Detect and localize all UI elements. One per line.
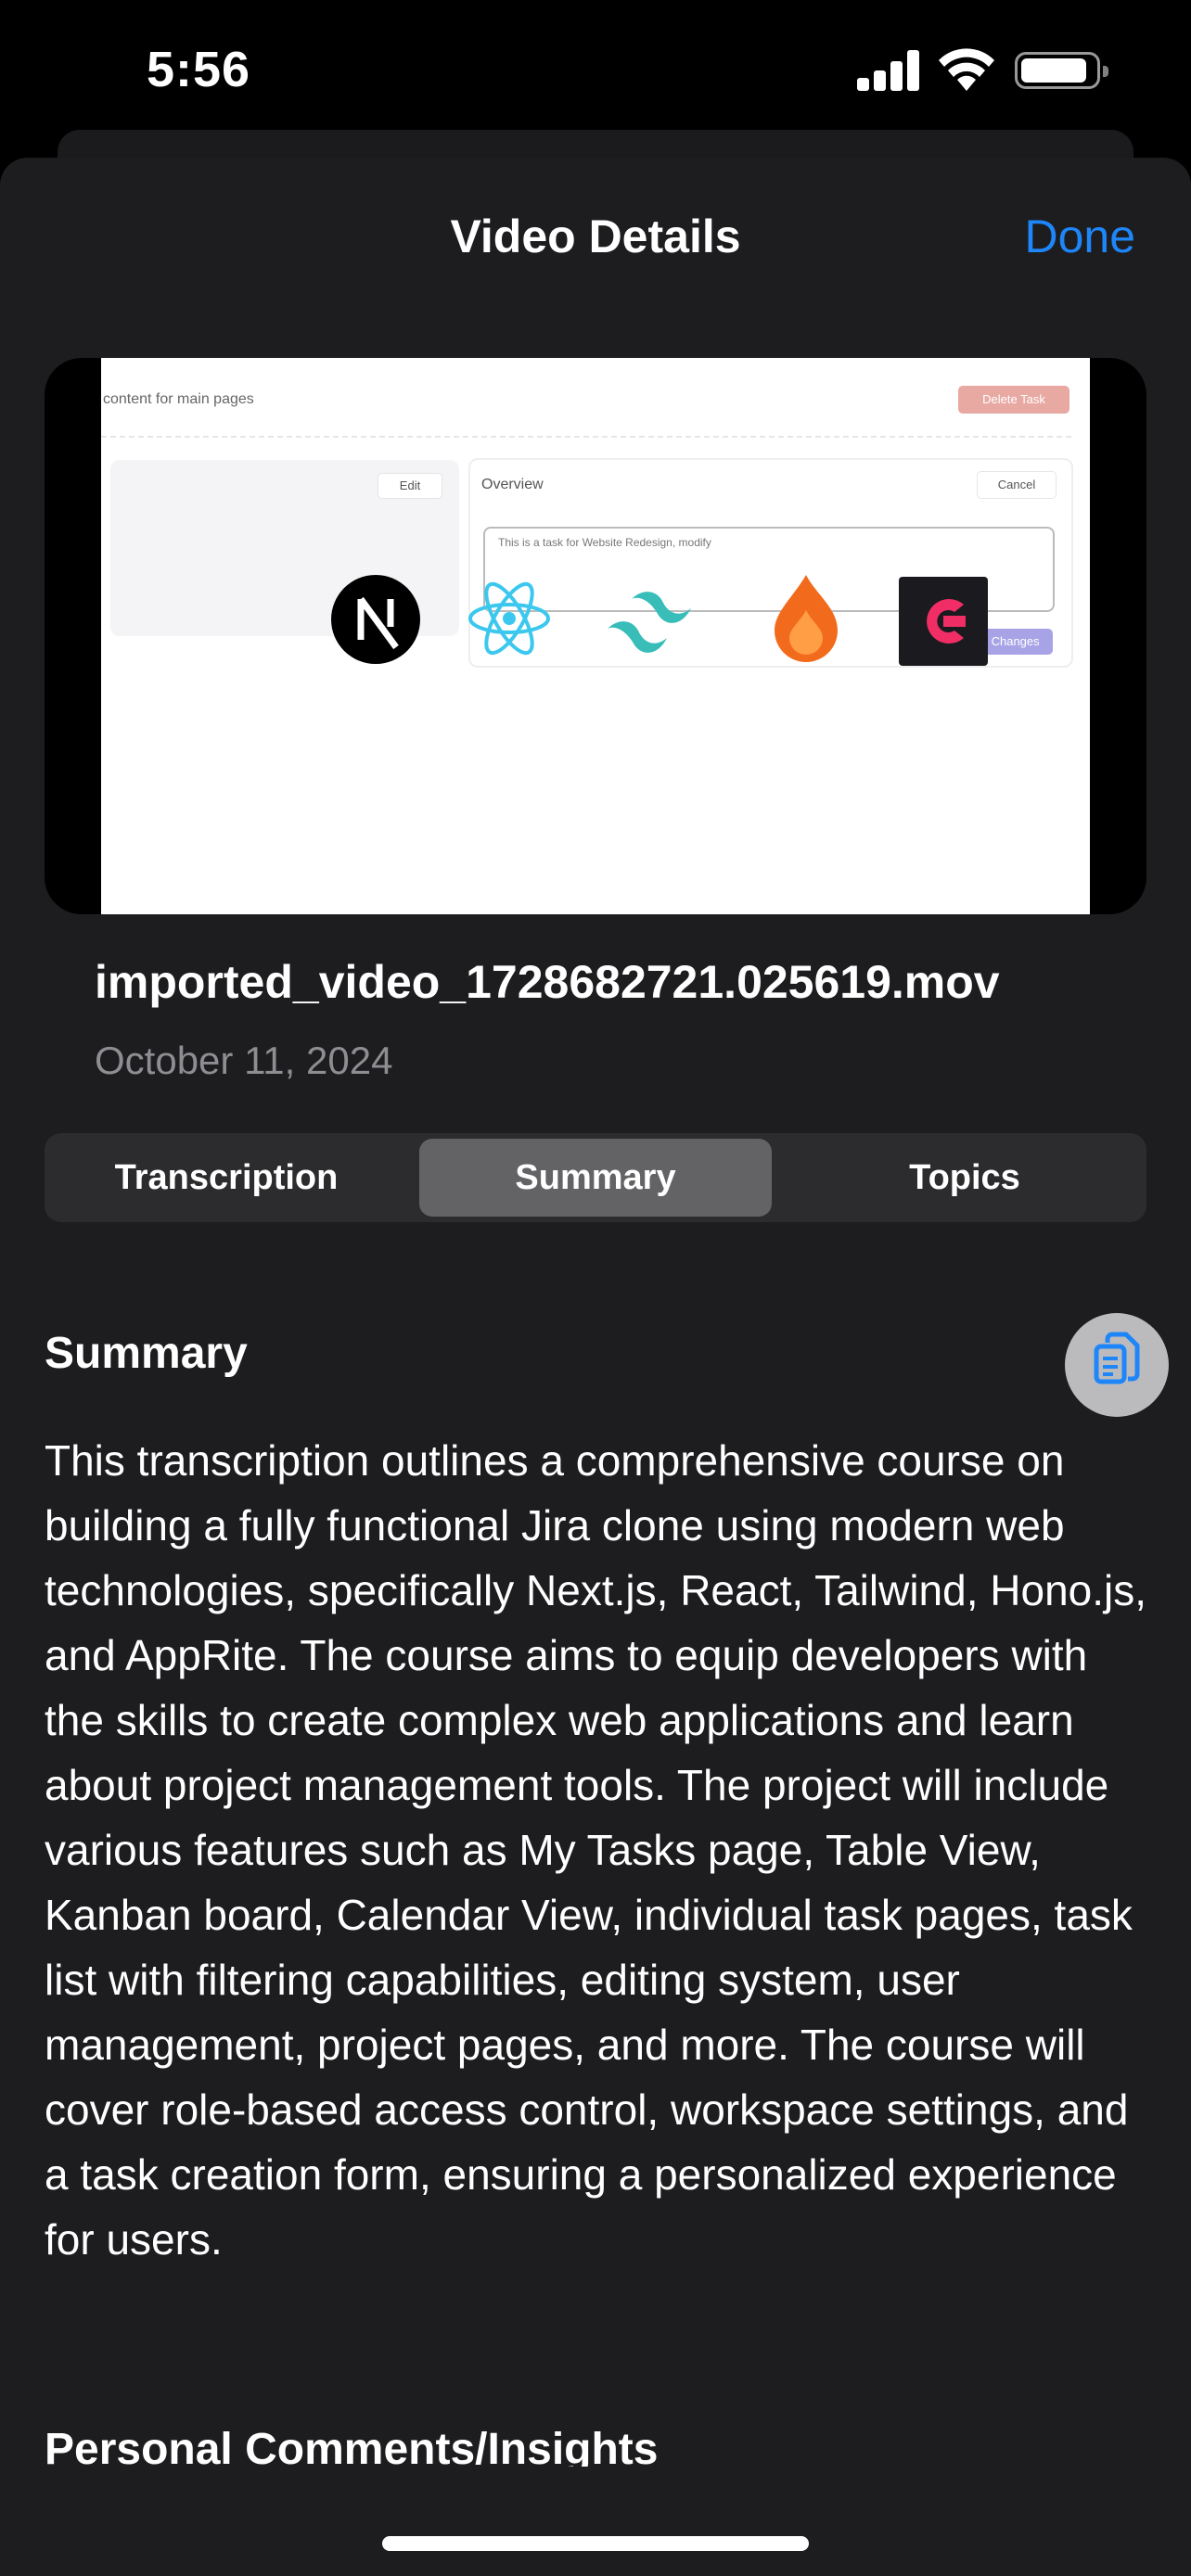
page-title: Video Details [450, 210, 741, 262]
thumbnail-overview-title: Overview [481, 477, 544, 492]
home-indicator[interactable] [382, 2536, 809, 2551]
status-time: 5:56 [147, 42, 251, 97]
thumbnail-edit: Edit [378, 473, 442, 499]
wifi-icon [939, 48, 994, 91]
summary-heading: Summary [45, 1329, 248, 1378]
react-logo-icon [468, 581, 550, 656]
video-thumbnail: content for main pages Delete Task Edit … [101, 358, 1090, 914]
copy-icon [1094, 1332, 1140, 1384]
summary-text: This transcription outlines a comprehens… [45, 1436, 1147, 2264]
copy-button[interactable] [1065, 1313, 1169, 1417]
status-bar: 5:56 [0, 0, 1191, 139]
video-date: October 11, 2024 [95, 1039, 393, 1082]
battery-icon [1015, 52, 1108, 89]
tab-segmented-control: Transcription Summary Topics [45, 1133, 1146, 1222]
video-player[interactable]: content for main pages Delete Task Edit … [45, 358, 1146, 914]
nextjs-logo-icon [331, 575, 420, 664]
tailwind-logo-icon [608, 592, 691, 653]
done-button[interactable]: Done [1024, 210, 1135, 263]
personal-comments-heading: Personal Comments/Insights [45, 2425, 659, 2467]
thumbnail-delete-task: Delete Task [958, 386, 1069, 414]
thumbnail-divider [101, 436, 1071, 438]
thumbnail-breadcrumb: content for main pages [103, 391, 254, 407]
thumbnail-cancel: Cancel [977, 471, 1057, 499]
appwrite-logo-icon [899, 577, 988, 666]
cellular-signal-icon [857, 48, 919, 91]
tab-summary[interactable]: Summary [419, 1139, 772, 1217]
video-details-sheet: Video Details Done content for main page… [0, 158, 1191, 2576]
video-file-name: imported_video_1728682721.025619.mov [95, 956, 1000, 1008]
tab-topics[interactable]: Topics [788, 1139, 1141, 1217]
tab-transcription[interactable]: Transcription [50, 1139, 403, 1217]
hono-logo-icon [775, 575, 838, 662]
